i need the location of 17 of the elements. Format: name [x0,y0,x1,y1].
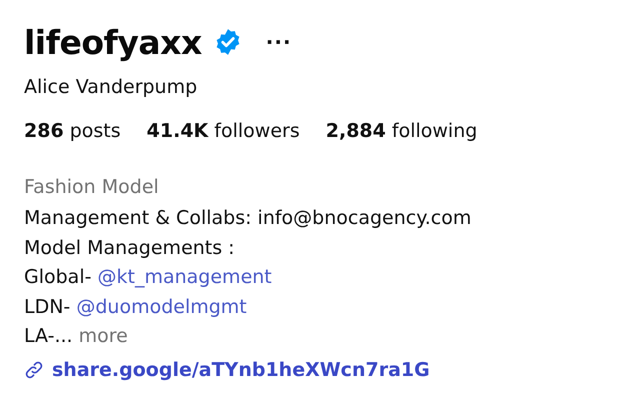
stat-count[interactable]: 286 posts [24,120,121,142]
category-label: Fashion Model [24,176,160,198]
bio-text: Model Managements : [24,236,235,258]
stat-count[interactable]: 41.4K followers [146,120,300,142]
full-name: Alice Vanderpump [24,76,198,98]
bio-text: Global- [24,266,92,288]
more-options-button[interactable]: ··· [266,30,292,54]
bio-text: Management & Collabs: info@bnocagency.com [24,207,472,229]
more-link[interactable]: more [78,325,128,347]
mention-link[interactable]: @duomodelmgmt [76,296,247,318]
stat-count[interactable]: 2,884 following [326,120,478,142]
website-link[interactable]: share.google/aTYnb1heXWcn7ra1G [52,356,430,385]
bio-text: LDN- [24,296,70,318]
mention-link[interactable]: @kt_management [98,266,272,288]
bio-text: LA-... [24,325,73,347]
link-icon [24,360,44,380]
username: lifeofyaxx [24,22,202,62]
